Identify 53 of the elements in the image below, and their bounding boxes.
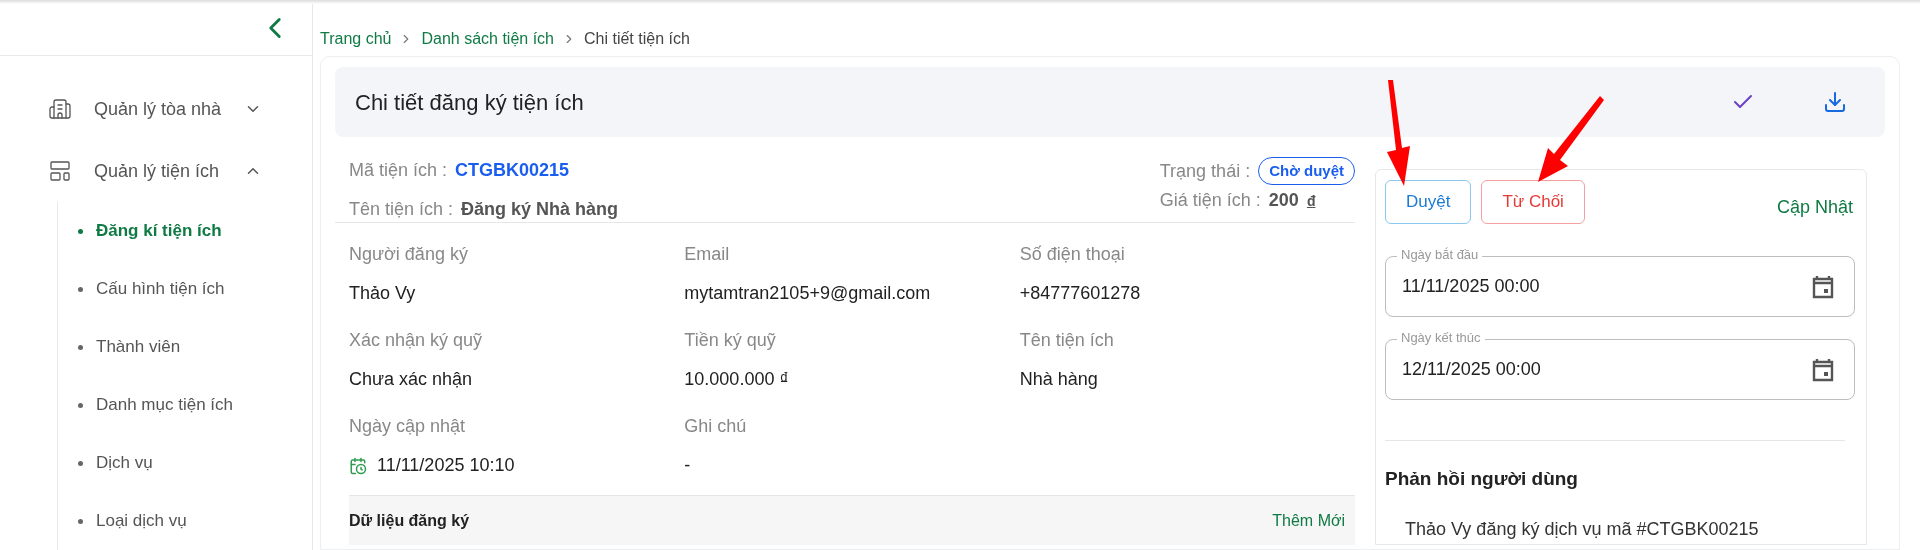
submenu-item[interactable]: Thành viên: [58, 318, 312, 376]
code-label: Mã tiện ích :: [349, 159, 448, 182]
field-label: Ghi chú: [684, 415, 748, 438]
update-button[interactable]: Cập Nhật: [1776, 193, 1853, 221]
field-value: Thảo Vy: [349, 282, 416, 305]
date-value: 12/11/2025 00:00: [1402, 358, 1542, 381]
field-label: Xác nhận ký quỹ: [349, 329, 484, 352]
calendar-clock-icon: [349, 456, 367, 475]
price-label: Giá tiện ích :: [1159, 189, 1261, 212]
layout-icon: [48, 159, 72, 183]
download-button[interactable]: [1823, 90, 1847, 114]
submenu-item[interactable]: Loại dịch vụ: [58, 492, 312, 550]
field-value: 10.000.000 ₫: [684, 368, 789, 391]
feedback-text: Thảo Vy đăng ký dịch vụ mã #CTGBK00215: [1404, 517, 1760, 541]
submenu-item[interactable]: Đăng kí tiện ích: [58, 202, 312, 260]
field-label: Số điện thoại: [1019, 243, 1126, 266]
submenu-item[interactable]: Cấu hình tiện ích: [58, 260, 312, 318]
section-title: Dữ liệu đăng ký: [349, 510, 470, 531]
field-value: mytamtran2105+9@gmail.com: [684, 282, 931, 305]
add-new-button[interactable]: Thêm Mới: [1272, 508, 1345, 533]
code-value: CTGBK00215: [455, 159, 570, 182]
field-value: 11/11/2025 10:10: [377, 454, 515, 477]
price-value: 200: [1268, 189, 1299, 212]
field-label: Người đăng ký: [349, 243, 469, 266]
calendar-icon[interactable]: [1812, 357, 1834, 382]
submenu-item[interactable]: Danh mục tiện ích: [58, 376, 312, 434]
field-value: -: [684, 454, 691, 477]
status-label: Trạng thái :: [1159, 159, 1251, 183]
page-title: Chi tiết đăng ký tiện ích: [355, 88, 585, 117]
field-value: +84777601278: [1019, 282, 1141, 305]
date-field-label: Ngày kết thúc: [1397, 329, 1485, 347]
breadcrumb-link[interactable]: Trang chủ: [320, 27, 392, 51]
field-label: Ngày cập nhật: [349, 415, 467, 438]
building-icon: [48, 97, 72, 121]
field-label: Tiền ký quỹ: [684, 329, 777, 352]
sidebar-item[interactable]: Quản lý tiện ích: [0, 140, 312, 202]
reject-button[interactable]: Từ Chối: [1481, 180, 1585, 224]
feedback-title: Phản hồi người dùng: [1385, 467, 1579, 491]
field-value: Chưa xác nhận: [349, 368, 473, 391]
sidebar-item[interactable]: Quản lý tòa nhà: [0, 78, 312, 140]
name-label: Tên tiện ích :: [349, 198, 454, 221]
approve-button[interactable]: Duyệt: [1385, 180, 1472, 224]
name-value: Đăng ký Nhà hàng: [461, 198, 619, 221]
date-field-label: Ngày bắt đầu: [1397, 246, 1483, 264]
field-label: Tên tiện ích: [1019, 329, 1115, 352]
submenu-item[interactable]: Dịch vụ: [58, 434, 312, 492]
date-value: 11/11/2025 00:00: [1402, 275, 1541, 298]
calendar-icon[interactable]: [1812, 274, 1834, 299]
field-label: Email: [684, 243, 731, 266]
breadcrumb-current: Chi tiết tiện ích: [584, 29, 690, 49]
currency-symbol: đ: [1306, 192, 1316, 211]
breadcrumb-link[interactable]: Danh sách tiện ích: [421, 27, 554, 51]
field-value: Nhà hàng: [1019, 368, 1098, 391]
